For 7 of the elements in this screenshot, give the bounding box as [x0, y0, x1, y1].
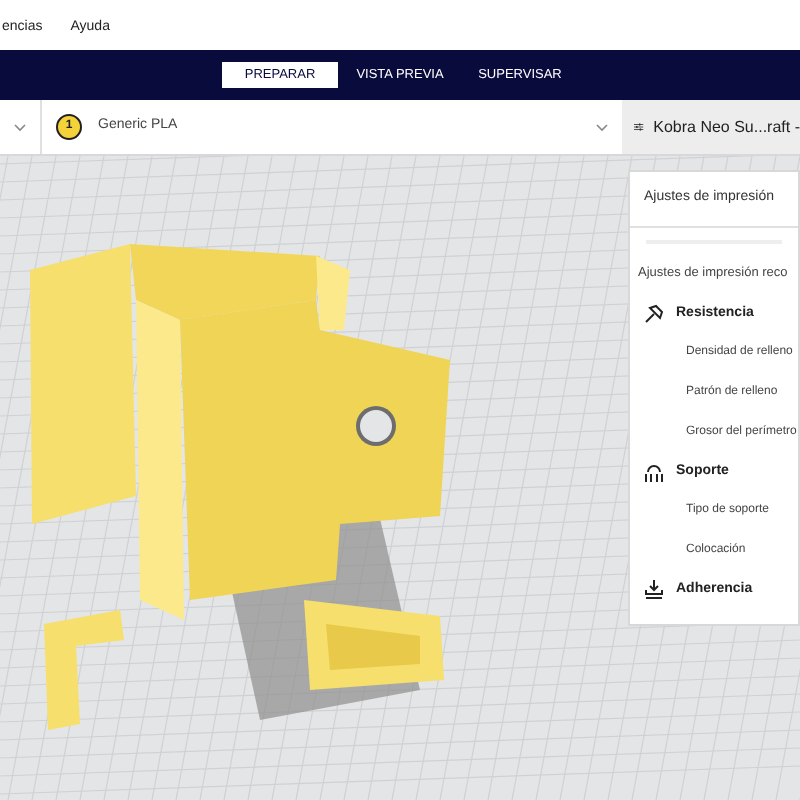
chevron-down-icon	[596, 123, 608, 131]
hammer-icon	[644, 304, 664, 325]
support-icon	[644, 462, 664, 483]
download-tray-icon	[644, 580, 664, 601]
profile-name: Kobra Neo Su...raft -	[653, 115, 800, 139]
chevron-down-icon[interactable]	[14, 123, 26, 131]
profile-selector[interactable]: Kobra Neo Su...raft -	[622, 100, 800, 154]
